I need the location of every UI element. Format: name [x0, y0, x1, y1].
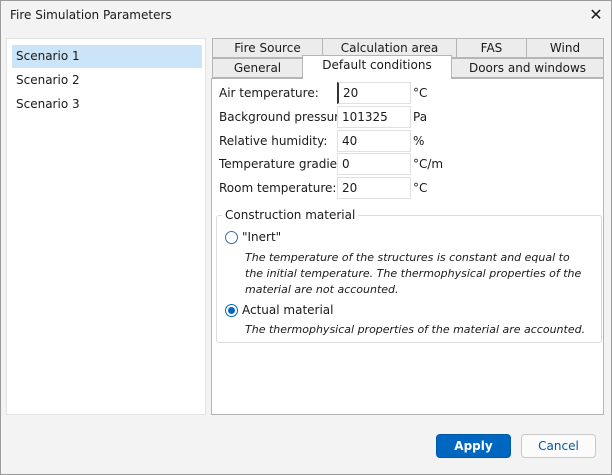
temperature-gradient-input[interactable]: 0 [337, 153, 411, 175]
scenario-item[interactable]: Scenario 3 [12, 93, 202, 116]
air-temperature-input[interactable]: 20 [337, 82, 411, 104]
inert-description: The temperature of the structures is con… [245, 251, 582, 296]
window-title: Fire Simulation Parameters [10, 8, 172, 22]
field-label: Relative humidity: [219, 134, 328, 148]
field-unit: % [413, 134, 425, 148]
field-label: Temperature gradient: [219, 157, 354, 171]
relative-humidity-input[interactable]: 40 [337, 130, 411, 152]
scenario-item[interactable]: Scenario 1 [12, 45, 202, 68]
actual-material-label[interactable]: Actual material [242, 303, 334, 317]
background-pressure-input[interactable]: 101325 [337, 106, 411, 128]
tab-fas[interactable]: FAS [456, 38, 527, 58]
tab-doors-and-windows[interactable]: Doors and windows [451, 58, 604, 78]
field-unit: °C [413, 181, 428, 195]
tab-general[interactable]: General [212, 58, 303, 78]
field-unit: °C/m [413, 157, 444, 171]
field-label: Room temperature: [219, 181, 337, 195]
close-icon[interactable]: ✕ [586, 4, 606, 26]
inert-radio[interactable] [225, 231, 238, 244]
scenario-item[interactable]: Scenario 2 [12, 69, 202, 92]
room-temperature-input[interactable]: 20 [337, 177, 411, 199]
field-label: Air temperature: [219, 86, 319, 100]
actual-material-description: The thermophysical properties of the mat… [245, 323, 586, 336]
inert-label[interactable]: "Inert" [242, 230, 281, 244]
cancel-button[interactable]: Cancel [521, 434, 596, 458]
field-unit: °C [413, 86, 428, 100]
field-label: Background pressure: [219, 110, 351, 124]
field-unit: Pa [413, 110, 428, 124]
tab-wind[interactable]: Wind [526, 38, 604, 58]
group-legend: Construction material [222, 208, 359, 222]
tab-default-conditions[interactable]: Default conditions [302, 55, 452, 79]
actual-material-radio[interactable] [225, 304, 238, 317]
apply-button[interactable]: Apply [436, 434, 511, 458]
scenario-list: Scenario 1 Scenario 2 Scenario 3 [6, 38, 206, 415]
